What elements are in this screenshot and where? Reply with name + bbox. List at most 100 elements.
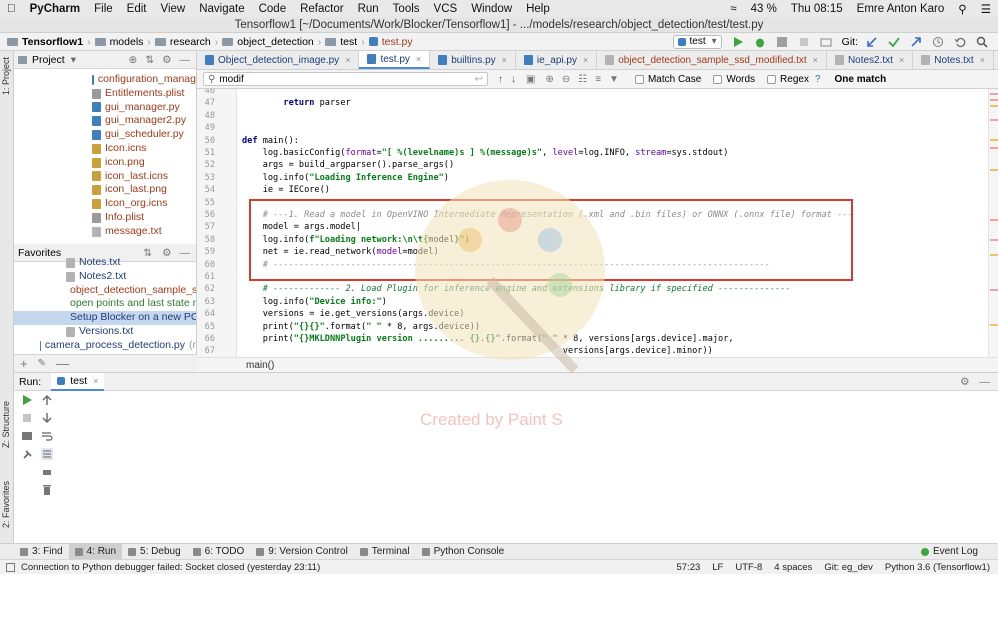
select-all-occurrences-icon[interactable]: ☷ <box>578 74 587 85</box>
project-file-item[interactable]: icon_last.icns <box>14 170 196 184</box>
code-line[interactable]: versions[args.device].minor)) <box>242 346 713 356</box>
menu-window[interactable]: Window <box>464 3 519 15</box>
stop-icon[interactable] <box>21 412 33 424</box>
favorite-item[interactable]: camera_process_detection.py (r <box>14 339 196 353</box>
favorite-item[interactable]: object_detection_sample_ssd <box>14 284 196 298</box>
run-config-tab[interactable]: test × <box>51 372 105 391</box>
edit-icon[interactable]: ✎ <box>38 358 46 369</box>
menu-vcs[interactable]: VCS <box>427 3 465 15</box>
toggle-tool-windows-icon[interactable] <box>6 562 15 572</box>
project-file-item[interactable]: icon.png <box>14 156 196 170</box>
project-file-item[interactable]: Icon_org.icns <box>14 197 196 211</box>
menu-file[interactable]: File <box>87 3 120 15</box>
match-case-checkbox[interactable]: Match Case <box>634 74 701 85</box>
git-commit-icon[interactable] <box>888 36 902 48</box>
editor-tab[interactable]: Notes.txt × <box>913 51 994 69</box>
hide-icon[interactable]: — <box>180 54 191 66</box>
error-stripe[interactable] <box>988 89 998 357</box>
tool-window-tab[interactable]: 9: Version Control <box>250 544 354 560</box>
tool-window-tab[interactable]: Python Console <box>416 544 511 560</box>
debug-icon[interactable] <box>754 36 768 48</box>
structure-tool-tab[interactable]: Z: Structure <box>1 401 11 448</box>
code-line[interactable]: def main(): <box>242 136 299 146</box>
scroll-up-icon[interactable] <box>41 394 53 406</box>
close-tab-icon[interactable]: × <box>980 55 985 65</box>
line-separator[interactable]: LF <box>712 562 723 573</box>
editor-tab[interactable]: ie_api.py × <box>516 51 598 69</box>
scroll-down-icon[interactable] <box>41 412 53 424</box>
hide-icon[interactable]: — <box>980 376 991 388</box>
editor-tab[interactable]: Object_detection_image.py × <box>197 51 360 69</box>
editor-tab[interactable]: Notes2.txt × <box>827 51 914 69</box>
menu-refactor[interactable]: Refactor <box>293 3 350 15</box>
remove-icon[interactable]: — <box>56 356 69 371</box>
project-file-item[interactable]: Entitlements.plist <box>14 87 196 101</box>
add-icon[interactable]: + <box>20 356 28 371</box>
breadcrumb-item[interactable]: test <box>322 36 360 48</box>
rollback-icon[interactable] <box>954 36 968 48</box>
regex-checkbox[interactable]: Regex <box>767 74 809 85</box>
menu-view[interactable]: View <box>153 3 192 15</box>
chevron-down-icon[interactable]: ▾ <box>71 54 76 66</box>
git-update-icon[interactable] <box>866 36 880 48</box>
clock[interactable]: Thu 08:15 <box>784 3 850 15</box>
favorite-item[interactable]: Versions.txt <box>14 325 196 339</box>
code-line[interactable]: log.info("Device info:") <box>242 297 387 307</box>
rerun-icon[interactable] <box>21 394 33 406</box>
git-branch[interactable]: Git: eg_dev <box>824 562 873 573</box>
layout-icon[interactable] <box>21 430 33 442</box>
code-line[interactable]: log.basicConfig(format="[ %(levelname)s … <box>242 148 729 158</box>
project-file-item[interactable]: Icon.icns <box>14 142 196 156</box>
project-file-item[interactable]: icon_last.png <box>14 183 196 197</box>
close-tab-icon[interactable]: × <box>502 55 507 65</box>
code-line[interactable]: print("{}MKLDNNPlugin version ......... … <box>242 334 734 344</box>
close-tab-icon[interactable]: × <box>899 55 904 65</box>
editor-tab[interactable]: object_detection_sample_ssd_modified.txt… <box>597 51 827 69</box>
code-line[interactable]: return parser <box>242 98 350 108</box>
code-line[interactable]: log.info("Loading Inference Engine") <box>242 173 449 183</box>
apple-icon[interactable]:  <box>0 3 23 15</box>
file-encoding[interactable]: UTF-8 <box>735 562 762 573</box>
gear-icon[interactable]: ⚙ <box>162 54 171 66</box>
attach-icon[interactable] <box>820 36 834 48</box>
remove-selection-icon[interactable]: ⊖ <box>562 74 570 85</box>
battery-status[interactable]: 43 % <box>744 3 784 15</box>
stop-icon[interactable] <box>798 36 812 48</box>
indent-setting[interactable]: 4 spaces <box>774 562 812 573</box>
pin-icon[interactable] <box>21 448 33 460</box>
soft-wrap-icon[interactable] <box>41 430 53 442</box>
menu-edit[interactable]: Edit <box>120 3 154 15</box>
breadcrumb-item[interactable]: models <box>92 36 147 48</box>
spotlight-search-icon[interactable]: ⚲ <box>951 2 973 16</box>
history-icon[interactable] <box>932 36 946 48</box>
tool-window-tab[interactable]: Terminal <box>354 544 416 560</box>
project-tool-tab[interactable]: 1: Project <box>1 57 11 95</box>
project-file-item[interactable]: gui_manager2.py <box>14 114 196 128</box>
tool-window-tab[interactable]: 5: Debug <box>122 544 187 560</box>
project-panel-title[interactable]: Project <box>32 54 65 66</box>
code-line[interactable]: # ------------- 2. Load Plugin for infer… <box>242 284 791 294</box>
editor-tab[interactable]: test.py × <box>359 51 431 69</box>
favorite-item[interactable]: Notes2.txt <box>14 270 196 284</box>
event-log-button[interactable]: Event Log <box>915 544 984 560</box>
tool-window-tab[interactable]: 3: Find <box>14 544 69 560</box>
project-file-item[interactable]: gui_manager.py <box>14 101 196 115</box>
close-tab-icon[interactable]: × <box>416 54 421 64</box>
code-line[interactable]: versions = ie.get_versions(args.device) <box>242 309 465 319</box>
print-icon[interactable] <box>41 466 53 478</box>
breadcrumb-item[interactable]: test.py <box>366 36 416 48</box>
filter-icon[interactable]: ▼ <box>609 74 619 85</box>
menu-tools[interactable]: Tools <box>386 3 427 15</box>
project-file-item[interactable]: message.txt <box>14 225 196 239</box>
favorite-item[interactable]: Setup Blocker on a new PC.tx <box>14 311 196 325</box>
regex-help-link[interactable]: ? <box>815 74 821 85</box>
words-checkbox[interactable]: Words <box>713 74 755 85</box>
notifications-icon[interactable]: ☰ <box>974 2 998 16</box>
previous-match-icon[interactable]: ↑ <box>498 74 503 85</box>
tool-window-tab[interactable]: 4: Run <box>68 543 123 560</box>
close-tab-icon[interactable]: × <box>345 55 350 65</box>
locate-icon[interactable]: ⊕ <box>128 54 137 66</box>
status-message[interactable]: Connection to Python debugger failed: So… <box>21 562 320 573</box>
run-console[interactable] <box>14 391 998 543</box>
trash-icon[interactable] <box>41 484 53 496</box>
